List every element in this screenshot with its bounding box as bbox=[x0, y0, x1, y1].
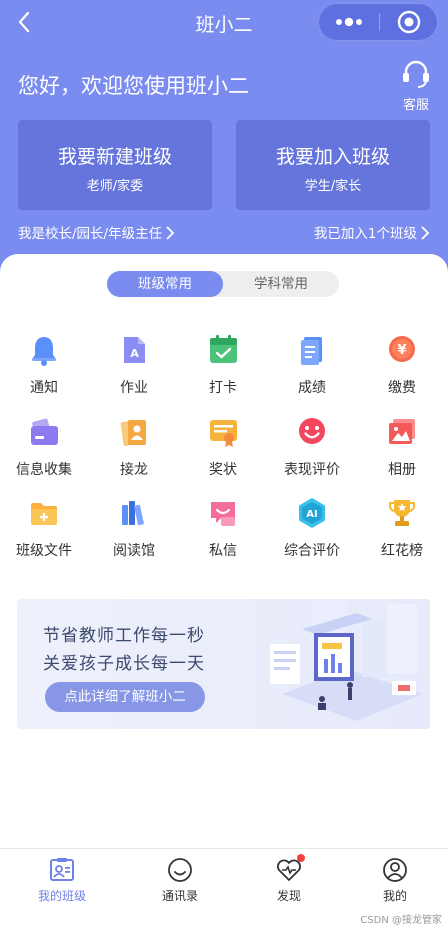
tab-mine[interactable]: 我的 bbox=[339, 849, 448, 911]
tab-contacts[interactable]: 通讯录 bbox=[124, 849, 236, 911]
tab-label: 发现 bbox=[276, 889, 301, 903]
mini-program-capsule bbox=[318, 3, 438, 41]
folder-icon bbox=[31, 503, 57, 525]
tab-class-common[interactable]: 班级常用 bbox=[107, 271, 223, 297]
grid-item-relay[interactable]: 接龙 bbox=[94, 416, 174, 480]
close-button[interactable] bbox=[380, 4, 438, 40]
trophy-icon bbox=[389, 500, 415, 526]
more-button[interactable] bbox=[319, 4, 379, 40]
principal-link-text: 我是校长/园长/年级主任 bbox=[18, 226, 163, 242]
greeting-text: 您好，欢迎您使用班小二 bbox=[18, 74, 249, 98]
customer-service-label: 客服 bbox=[402, 98, 429, 113]
grid-item-checkin[interactable]: 打卡 bbox=[183, 334, 263, 398]
info-collect-icon bbox=[31, 418, 58, 445]
grid-label: 打卡 bbox=[209, 380, 237, 396]
joined-classes-link[interactable]: 我已加入1个班级 bbox=[314, 222, 430, 242]
grid-label: 成绩 bbox=[298, 380, 326, 396]
grid-item-certificate[interactable]: 奖状 bbox=[183, 416, 263, 480]
chevron-right-icon bbox=[166, 226, 175, 240]
grid-item-class-files[interactable]: 班级文件 bbox=[4, 497, 84, 561]
close-target-icon bbox=[397, 10, 421, 34]
homework-icon: A bbox=[124, 337, 145, 363]
grid-label: 作业 bbox=[120, 380, 148, 396]
grid-item-evaluation[interactable]: 表现评价 bbox=[272, 416, 352, 480]
create-class-card[interactable]: 我要新建班级 老师/家委 bbox=[18, 120, 212, 210]
svg-text:¥: ¥ bbox=[397, 343, 406, 358]
grid-item-album[interactable]: 相册 bbox=[362, 416, 442, 480]
create-class-subtitle: 老师/家委 bbox=[86, 179, 144, 194]
grid-label: 红花榜 bbox=[381, 543, 423, 559]
tab-label: 我的 bbox=[382, 889, 407, 903]
grades-icon bbox=[301, 337, 322, 365]
tab-label: 通讯录 bbox=[161, 889, 198, 903]
join-class-card[interactable]: 我要加入班级 学生/家长 bbox=[236, 120, 430, 210]
bell-icon bbox=[32, 337, 56, 366]
customer-service-button[interactable]: 客服 bbox=[396, 56, 436, 113]
svg-text:A: A bbox=[130, 347, 139, 360]
joined-classes-text: 我已加入1个班级 bbox=[313, 226, 417, 242]
main-panel: 班级常用 学科常用 通知 A 作业 打卡 成绩 ¥ 缴费 信息收集 接龙 奖状 … bbox=[0, 254, 448, 848]
join-class-title: 我要加入班级 bbox=[275, 146, 390, 168]
grid-item-comprehensive[interactable]: AI 综合评价 bbox=[272, 497, 352, 561]
watermark: CSDN @接龙管家 bbox=[360, 915, 442, 926]
grid-item-homework[interactable]: A 作业 bbox=[94, 334, 174, 398]
grid-item-reading[interactable]: 阅读馆 bbox=[94, 497, 174, 561]
grid-label: 相册 bbox=[388, 462, 416, 478]
relay-icon bbox=[120, 420, 146, 446]
grid-item-grades[interactable]: 成绩 bbox=[272, 334, 352, 398]
back-button[interactable] bbox=[16, 10, 32, 34]
tab-discover[interactable]: 发现 bbox=[233, 849, 345, 911]
grid-label: 信息收集 bbox=[16, 462, 72, 478]
principal-link[interactable]: 我是校长/园长/年级主任 bbox=[18, 222, 175, 242]
notification-dot bbox=[297, 854, 305, 862]
svg-text:AI: AI bbox=[306, 509, 317, 520]
nav-bar: 班小二 bbox=[0, 0, 448, 44]
header-area: 班小二 您好，欢迎您使用班小二 客服 我要新建班级 老师/家委 我要加入班级 学… bbox=[0, 0, 448, 290]
grid-label: 通知 bbox=[30, 380, 58, 396]
grid-item-payment[interactable]: ¥ 缴费 bbox=[362, 334, 442, 398]
contacts-smile-icon bbox=[168, 858, 192, 882]
chevron-left-icon bbox=[18, 11, 30, 33]
tab-my-class[interactable]: 我的班级 bbox=[6, 849, 118, 911]
grid-item-private-message[interactable]: 私信 bbox=[183, 497, 263, 561]
grid-item-notice[interactable]: 通知 bbox=[4, 334, 84, 398]
grid-label: 综合评价 bbox=[284, 543, 340, 559]
user-icon bbox=[383, 858, 407, 882]
banner-slogan-1: 节省教师工作每一秒 bbox=[43, 626, 205, 646]
payment-icon: ¥ bbox=[389, 336, 415, 362]
promo-banner[interactable]: 节省教师工作每一秒 关爱孩子成长每一天 点此详细了解班小二 bbox=[17, 599, 430, 729]
grid-label: 私信 bbox=[209, 543, 237, 559]
more-dots-icon bbox=[336, 17, 362, 27]
banner-illustration bbox=[270, 601, 422, 721]
checkin-icon bbox=[210, 335, 237, 363]
tab-label: 我的班级 bbox=[37, 889, 86, 903]
grid-label: 表现评价 bbox=[284, 462, 340, 478]
bottom-tab-bar: 我的班级 通讯录 发现 我的 bbox=[0, 848, 448, 910]
category-switch: 班级常用 学科常用 bbox=[107, 271, 339, 297]
create-class-title: 我要新建班级 bbox=[57, 146, 172, 168]
album-icon bbox=[389, 419, 415, 444]
chevron-right-icon bbox=[421, 226, 430, 240]
headset-icon bbox=[403, 60, 429, 88]
grid-label: 阅读馆 bbox=[113, 543, 155, 559]
grid-label: 缴费 bbox=[388, 380, 416, 396]
grid-label: 接龙 bbox=[120, 462, 148, 478]
grid-item-honor-board[interactable]: 红花榜 bbox=[362, 497, 442, 561]
class-card-icon bbox=[50, 858, 74, 881]
grid-label: 班级文件 bbox=[16, 543, 72, 559]
smile-icon bbox=[299, 418, 325, 444]
banner-slogan-2: 关爱孩子成长每一天 bbox=[43, 654, 205, 674]
tab-subject-common[interactable]: 学科常用 bbox=[223, 271, 339, 297]
join-class-subtitle: 学生/家长 bbox=[304, 179, 362, 194]
message-icon bbox=[211, 502, 235, 526]
certificate-icon bbox=[210, 420, 237, 447]
ai-icon: AI bbox=[299, 498, 325, 528]
books-icon bbox=[122, 501, 144, 526]
learn-more-button[interactable]: 点此详细了解班小二 bbox=[45, 682, 205, 712]
grid-label: 奖状 bbox=[209, 462, 237, 478]
grid-item-info-collect[interactable]: 信息收集 bbox=[4, 416, 84, 480]
